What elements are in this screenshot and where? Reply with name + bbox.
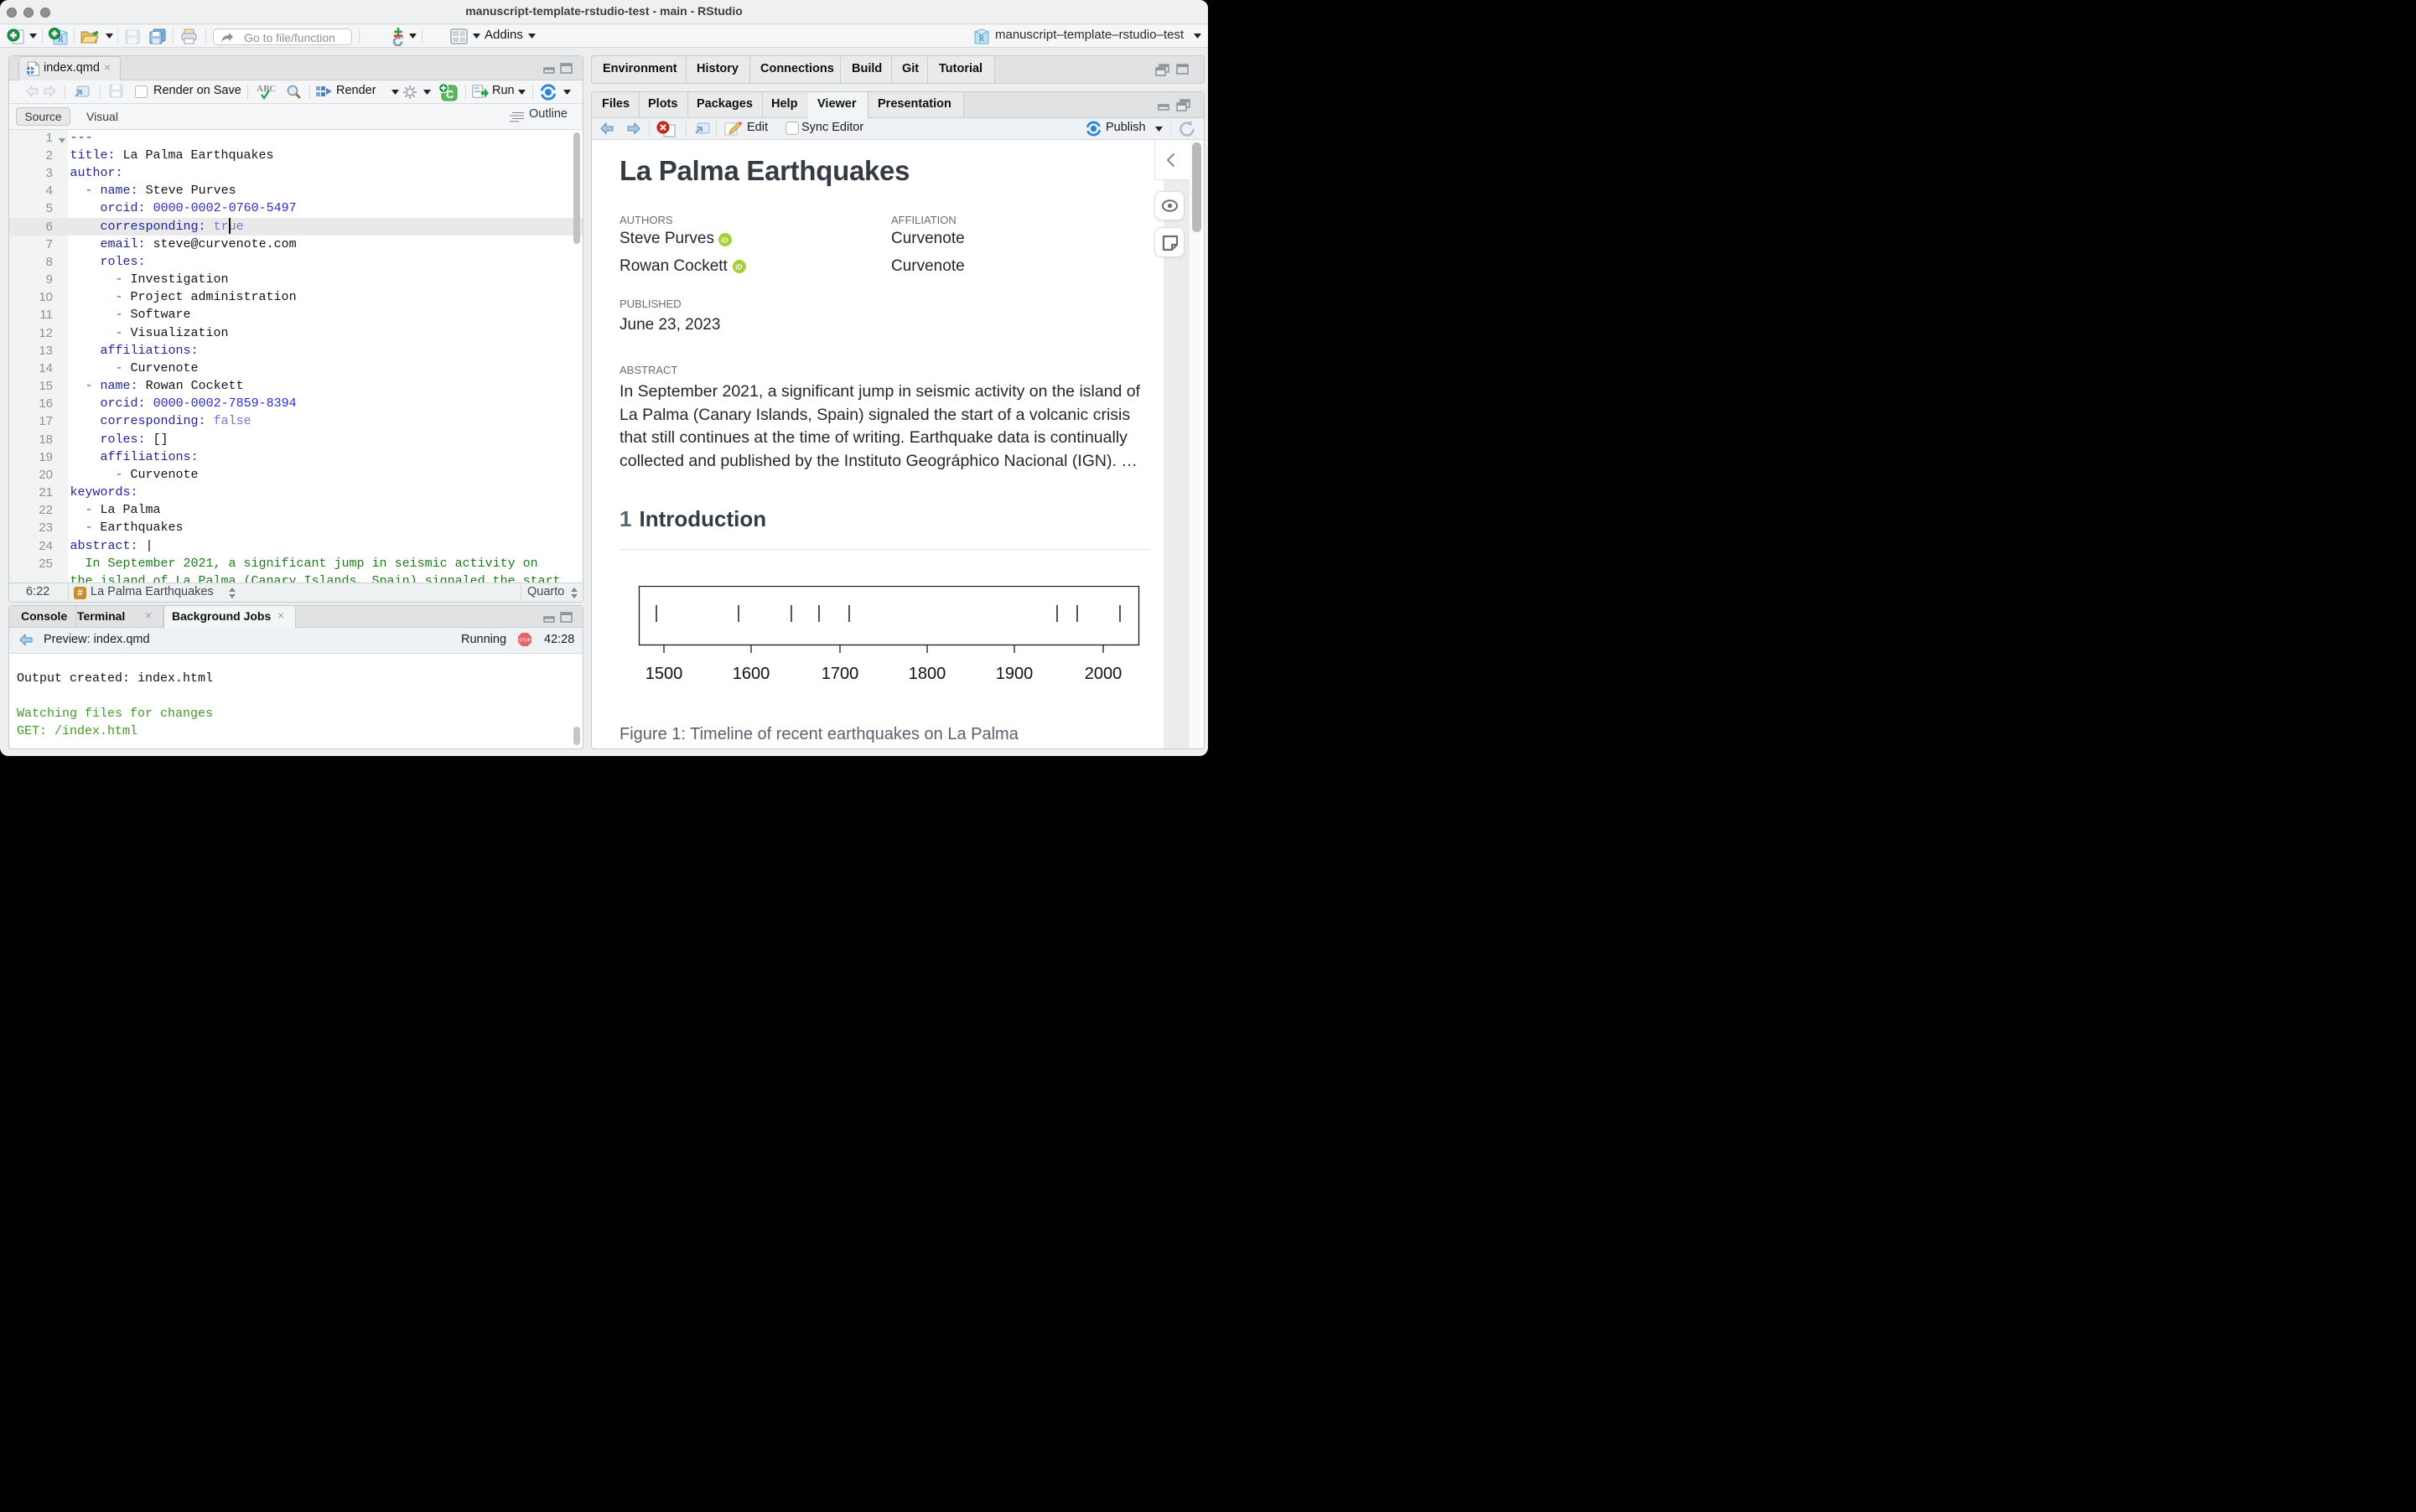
svg-text:ABC: ABC bbox=[257, 84, 276, 94]
svg-text:2000: 2000 bbox=[1085, 665, 1122, 683]
svg-text:1600: 1600 bbox=[733, 665, 770, 683]
svg-text:1500: 1500 bbox=[645, 665, 683, 683]
svg-text:iD: iD bbox=[735, 263, 742, 272]
svg-text:iD: iD bbox=[721, 236, 728, 245]
svg-text:1800: 1800 bbox=[909, 665, 946, 683]
svg-text:1700: 1700 bbox=[822, 665, 859, 683]
svg-text:R: R bbox=[979, 34, 985, 44]
svg-text:1900: 1900 bbox=[996, 665, 1034, 683]
svg-text:STOP: STOP bbox=[519, 638, 531, 643]
